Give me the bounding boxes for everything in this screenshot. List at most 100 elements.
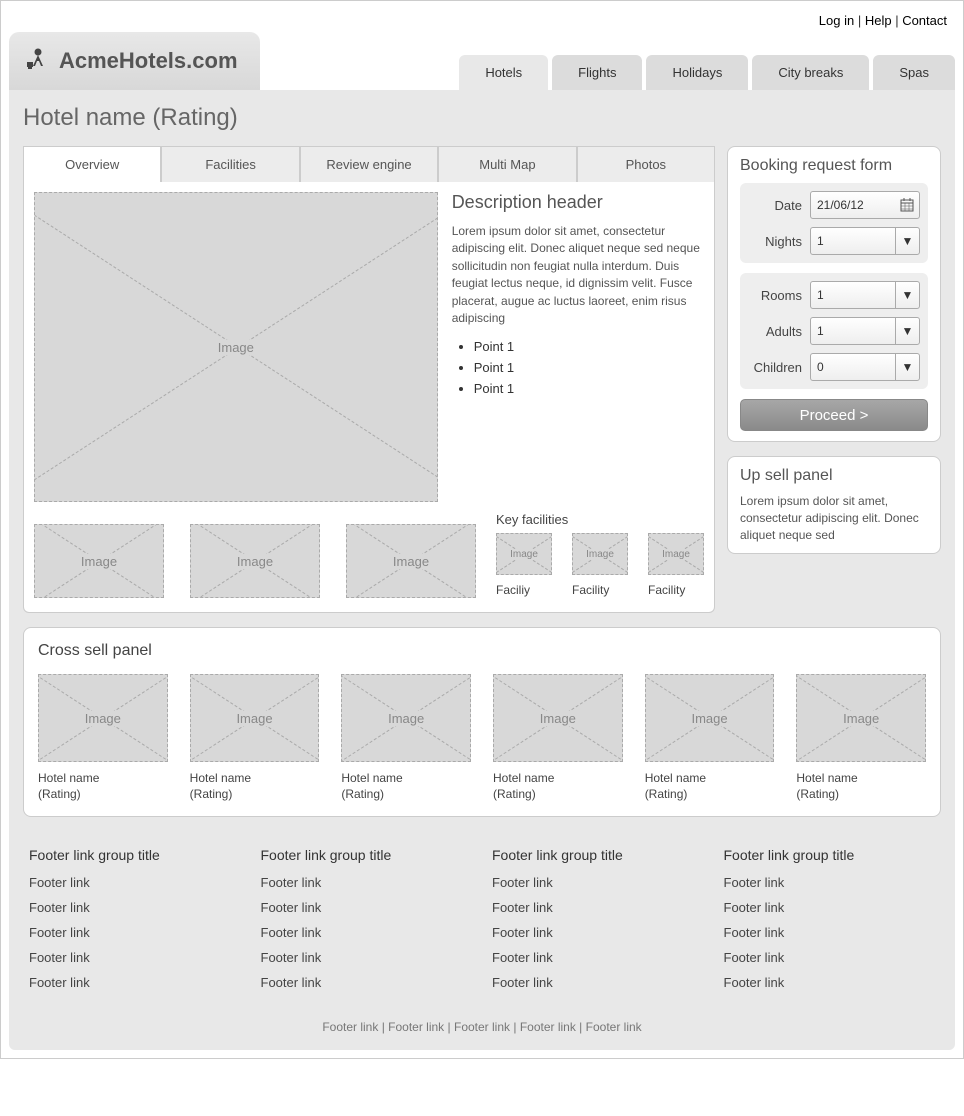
detail-tabs: OverviewFacilitiesReview engineMulti Map… — [23, 146, 715, 182]
footer-column: Footer link group title Footer link Footer… — [724, 847, 936, 1000]
detail-tab-facilities[interactable]: Facilities — [161, 146, 299, 182]
nav-tab-flights[interactable]: Flights — [552, 55, 642, 90]
cross-sell-image: Image — [493, 674, 623, 762]
footer-link[interactable]: Footer link — [724, 925, 936, 940]
cross-sell-item[interactable]: ImageHotel name(Rating) — [341, 674, 471, 802]
detail-tab-overview[interactable]: Overview — [23, 146, 161, 182]
facility-image: Image — [648, 533, 704, 575]
logo-text: AcmeHotels.com — [59, 48, 238, 74]
description-points: Point 1 Point 1 Point 1 — [474, 339, 704, 396]
footer-link[interactable]: Footer link — [724, 975, 936, 990]
cross-sell-label: Hotel name(Rating) — [645, 770, 775, 802]
cross-sell-label: Hotel name(Rating) — [493, 770, 623, 802]
detail-tab-review-engine[interactable]: Review engine — [300, 146, 438, 182]
description-point: Point 1 — [474, 339, 704, 354]
cross-sell-image: Image — [796, 674, 926, 762]
footer-column: Footer link group title Footer link Footer… — [492, 847, 704, 1000]
footer-link[interactable]: Footer link — [29, 900, 241, 915]
thumbnail-image[interactable]: Image — [34, 524, 164, 598]
cross-sell-image: Image — [38, 674, 168, 762]
footer-column: Footer link group titleFooter linkFooter… — [29, 847, 241, 1000]
help-link[interactable]: Help — [865, 13, 892, 28]
cross-sell-image: Image — [190, 674, 320, 762]
cross-sell-item[interactable]: Image Hotel name(Rating) — [645, 674, 775, 802]
footer-link[interactable]: Footer link — [261, 975, 473, 990]
upsell-body: Lorem ipsum dolor sit amet, consectetur … — [740, 493, 928, 543]
bottom-links: Footer link | Footer link | Footer link … — [23, 1014, 941, 1036]
chevron-down-icon: ▼ — [895, 354, 919, 380]
footer-link[interactable]: Footer link — [492, 975, 704, 990]
key-facility-item: Image Faciliy — [496, 533, 552, 597]
booking-panel: Booking request form Date 21/06/12 Night… — [727, 146, 941, 442]
cross-sell-panel: Cross sell panel Image Hotel name(Rating)… — [23, 627, 941, 817]
footer-group-title: Footer link group title — [261, 847, 473, 863]
description-body: Lorem ipsum dolor sit amet, consectetur … — [452, 223, 704, 327]
footer-group-title: Footer link group title — [492, 847, 704, 863]
cross-sell-label: Hotel name(Rating) — [341, 770, 471, 802]
chevron-down-icon: ▼ — [895, 318, 919, 344]
bottom-footer-link[interactable]: Footer link — [520, 1020, 576, 1034]
footer-link[interactable]: Footer link — [29, 875, 241, 890]
bottom-footer-link[interactable]: Footer link — [322, 1020, 378, 1034]
key-facilities-row: Image Faciliy ImageFacility ImageFacility — [496, 533, 704, 597]
footer-link[interactable]: Footer link — [492, 950, 704, 965]
rooms-select[interactable]: 1▼ — [810, 281, 920, 309]
nights-select[interactable]: 1▼ — [810, 227, 920, 255]
cross-sell-title: Cross sell panel — [38, 642, 926, 660]
footer-link[interactable]: Footer link — [724, 950, 936, 965]
date-input[interactable]: 21/06/12 — [810, 191, 920, 219]
thumbnail-row: Image Image Image — [34, 524, 476, 598]
cross-sell-item[interactable]: Image Hotel name(Rating) — [38, 674, 168, 802]
footer-link[interactable]: Footer link — [261, 875, 473, 890]
site-logo[interactable]: AcmeHotels.com — [9, 32, 260, 90]
key-facility-item: ImageFacility — [572, 533, 628, 597]
booking-title: Booking request form — [740, 157, 928, 175]
footer-link[interactable]: Footer link — [492, 925, 704, 940]
footer-link[interactable]: Footer link — [29, 950, 241, 965]
cross-sell-label: Hotel name(Rating) — [38, 770, 168, 802]
bottom-footer-link[interactable]: Footer link — [454, 1020, 510, 1034]
children-select[interactable]: 0▼ — [810, 353, 920, 381]
bottom-footer-link[interactable]: Footer link — [388, 1020, 444, 1034]
footer-link[interactable]: Footer link — [492, 900, 704, 915]
bottom-footer-link[interactable]: Footer link — [586, 1020, 642, 1034]
facility-label: Faciliy — [496, 583, 552, 597]
cross-sell-item[interactable]: Image Hotel name(Rating) — [190, 674, 320, 802]
key-facilities-title: Key facilities — [496, 512, 704, 527]
footer-link[interactable]: Footer link — [724, 900, 936, 915]
description-point: Point 1 — [474, 381, 704, 396]
nav-tab-hotels[interactable]: Hotels — [459, 55, 548, 90]
detail-tab-multi-map[interactable]: Multi Map — [438, 146, 576, 182]
nav-tab-city-breaks[interactable]: City breaks — [752, 55, 869, 90]
footer-link[interactable]: Footer link — [261, 950, 473, 965]
chevron-down-icon: ▼ — [895, 282, 919, 308]
cross-sell-item[interactable]: Image Hotel name(Rating) — [493, 674, 623, 802]
footer-group-title: Footer link group title — [724, 847, 936, 863]
footer-link[interactable]: Footer link — [492, 875, 704, 890]
footer-link[interactable]: Footer link — [261, 900, 473, 915]
cross-sell-label: Hotel name(Rating) — [796, 770, 926, 802]
thumbnail-image[interactable]: Image — [190, 524, 320, 598]
detail-tab-photos[interactable]: Photos — [577, 146, 715, 182]
footer-link[interactable]: Footer link — [29, 975, 241, 990]
rooms-label: Rooms — [761, 288, 802, 303]
proceed-button[interactable]: Proceed > — [740, 399, 928, 431]
footer-link[interactable]: Footer link — [724, 875, 936, 890]
description-point: Point 1 — [474, 360, 704, 375]
nav-tab-spas[interactable]: Spas — [873, 55, 955, 90]
key-facility-item: ImageFacility — [648, 533, 704, 597]
footer-columns: Footer link group title Footer link Footer… — [23, 817, 941, 1014]
cross-sell-item[interactable]: Image Hotel name(Rating) — [796, 674, 926, 802]
contact-link[interactable]: Contact — [902, 13, 947, 28]
nav-tab-holidays[interactable]: Holidays — [646, 55, 748, 90]
cross-sell-image: Image — [645, 674, 775, 762]
login-link[interactable]: Log in — [819, 13, 854, 28]
facility-image: Image — [496, 533, 552, 575]
calendar-icon — [900, 198, 914, 212]
adults-select[interactable]: 1▼ — [810, 317, 920, 345]
thumbnail-image[interactable]: Image — [346, 524, 476, 598]
cross-sell-label: Hotel name(Rating) — [190, 770, 320, 802]
hero-image-placeholder: Image — [34, 192, 438, 502]
footer-link[interactable]: Footer link — [29, 925, 241, 940]
footer-link[interactable]: Footer link — [261, 925, 473, 940]
